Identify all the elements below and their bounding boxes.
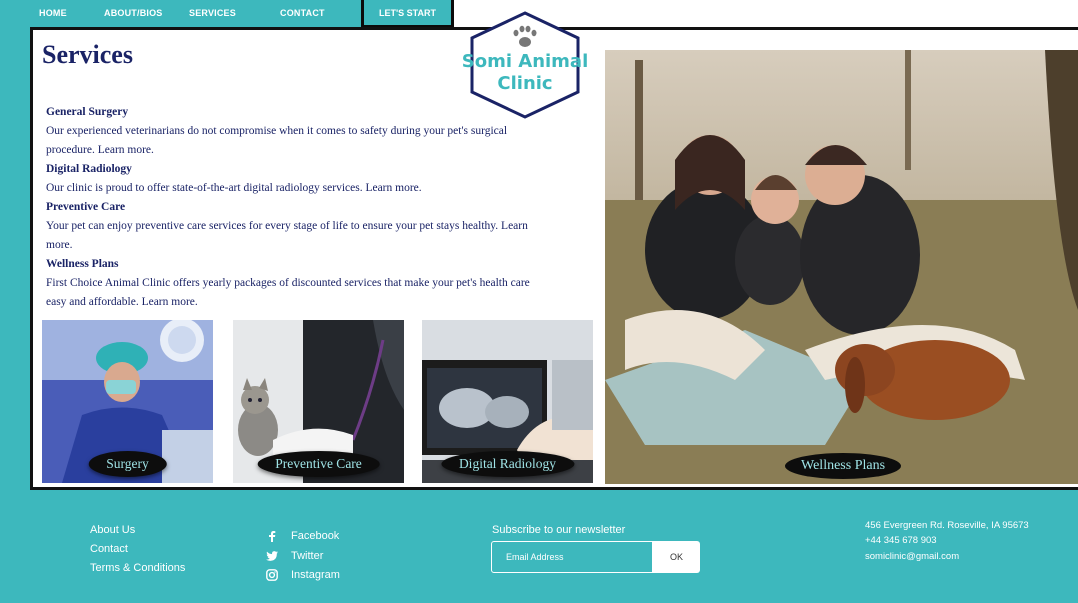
service-title: Wellness Plans — [46, 258, 119, 270]
service-item: Preventive Care Your pet can enjoy preve… — [46, 198, 546, 255]
instagram-label: Instagram — [291, 569, 340, 581]
hero-family-photo: Wellness Plans — [605, 50, 1078, 484]
nav-home[interactable]: HOME — [39, 8, 67, 18]
card-digital-radiology[interactable]: Digital Radiology — [422, 320, 593, 483]
service-item: Wellness Plans First Choice Animal Clini… — [46, 255, 546, 312]
service-text: Our clinic is proud to offer state-of-th… — [46, 182, 422, 194]
instagram-icon — [266, 568, 278, 581]
facebook-link[interactable]: Facebook — [269, 530, 340, 542]
service-item: Digital Radiology Our clinic is proud to… — [46, 160, 546, 198]
page-title: Services — [42, 40, 133, 69]
logo-line-2: Clinic — [497, 73, 553, 94]
footer: About Us Contact Terms & Conditions Face… — [0, 493, 1078, 603]
service-text: First Choice Animal Clinic offers yearly… — [46, 277, 530, 308]
footer-email[interactable]: somiclinic@gmail.com — [865, 551, 959, 562]
newsletter-email-input[interactable] — [491, 541, 653, 573]
clinic-logo[interactable]: Somi Animal Clinic — [460, 11, 590, 119]
footer-about-link[interactable]: About Us — [90, 524, 135, 536]
wellness-plans-label[interactable]: Wellness Plans — [785, 453, 902, 479]
twitter-link[interactable]: Twitter — [266, 550, 324, 562]
family-photo — [605, 50, 1078, 484]
footer-terms-link[interactable]: Terms & Conditions — [90, 562, 185, 574]
newsletter-title: Subscribe to our newsletter — [492, 524, 626, 536]
footer-contact-link[interactable]: Contact — [90, 543, 128, 555]
twitter-icon — [266, 549, 278, 562]
top-nav: HOME ABOUT/BIOS SERVICES CONTACT LET'S S… — [0, 0, 460, 28]
footer-phone: +44 345 678 903 — [865, 535, 937, 546]
lets-start-button[interactable]: LET'S START — [361, 0, 454, 28]
nav-about[interactable]: ABOUT/BIOS — [104, 8, 163, 18]
card-label[interactable]: Surgery — [88, 451, 167, 477]
nav-services[interactable]: SERVICES — [189, 8, 236, 18]
card-label[interactable]: Preventive Care — [257, 451, 380, 477]
logo-line-1: Somi Animal — [461, 51, 589, 72]
service-text: Your pet can enjoy preventive care servi… — [46, 220, 528, 251]
service-title: Digital Radiology — [46, 163, 132, 175]
service-title: Preventive Care — [46, 201, 126, 213]
footer-address: 456 Evergreen Rd. Roseville, IA 95673 — [865, 520, 1029, 531]
twitter-label: Twitter — [291, 550, 324, 562]
services-list: General Surgery Our experienced veterina… — [46, 103, 546, 312]
instagram-link[interactable]: Instagram — [266, 568, 340, 581]
newsletter-ok-button[interactable]: OK — [653, 541, 700, 573]
card-preventive-care[interactable]: Preventive Care — [233, 320, 404, 483]
facebook-icon — [266, 529, 278, 542]
nav-contact[interactable]: CONTACT — [280, 8, 325, 18]
card-surgery[interactable]: Surgery — [42, 320, 213, 483]
service-text: Our experienced veterinarians do not com… — [46, 125, 508, 156]
facebook-label: Facebook — [291, 530, 340, 542]
card-label[interactable]: Digital Radiology — [440, 451, 575, 477]
